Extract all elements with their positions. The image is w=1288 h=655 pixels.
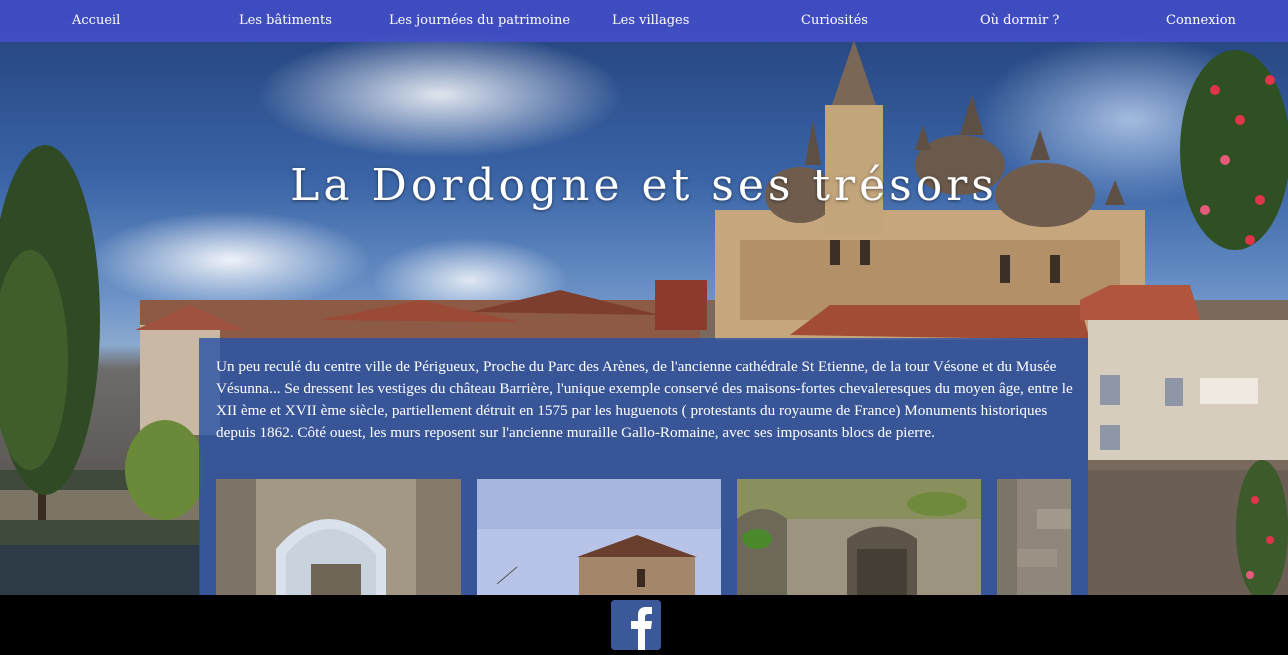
gallery-photo-wall[interactable] — [997, 479, 1071, 595]
nav-link-villages[interactable]: Les villages — [612, 13, 689, 28]
facebook-icon — [611, 600, 661, 650]
nav-link-batiments[interactable]: Les bâtiments — [239, 13, 332, 28]
doorway-image — [737, 479, 981, 595]
chapel-image — [477, 479, 721, 595]
intro-paragraph: Un peu reculé du centre ville de Périgue… — [216, 358, 1073, 441]
nav-link-connexion[interactable]: Connexion — [1166, 13, 1236, 28]
top-navigation: Accueil Les bâtiments Les journées du pa… — [0, 0, 1288, 42]
gallery-photo-archway[interactable] — [216, 479, 461, 595]
nav-link-journees-patrimoine[interactable]: Les journées du patrimoine — [389, 13, 570, 28]
page-title: La Dordogne et ses trésors — [290, 160, 998, 211]
content-panel: Un peu reculé du centre ville de Périgue… — [199, 338, 1088, 595]
gallery-photo-chapel[interactable] — [477, 479, 721, 595]
gallery-photo-doorway[interactable] — [737, 479, 981, 595]
archway-image — [216, 479, 461, 595]
footer — [0, 595, 1288, 655]
nav-link-ou-dormir[interactable]: Où dormir ? — [980, 13, 1059, 28]
wall-image — [997, 479, 1071, 595]
nav-link-accueil[interactable]: Accueil — [72, 13, 120, 28]
nav-link-curiosites[interactable]: Curiosités — [801, 13, 868, 28]
facebook-link[interactable] — [611, 600, 661, 650]
